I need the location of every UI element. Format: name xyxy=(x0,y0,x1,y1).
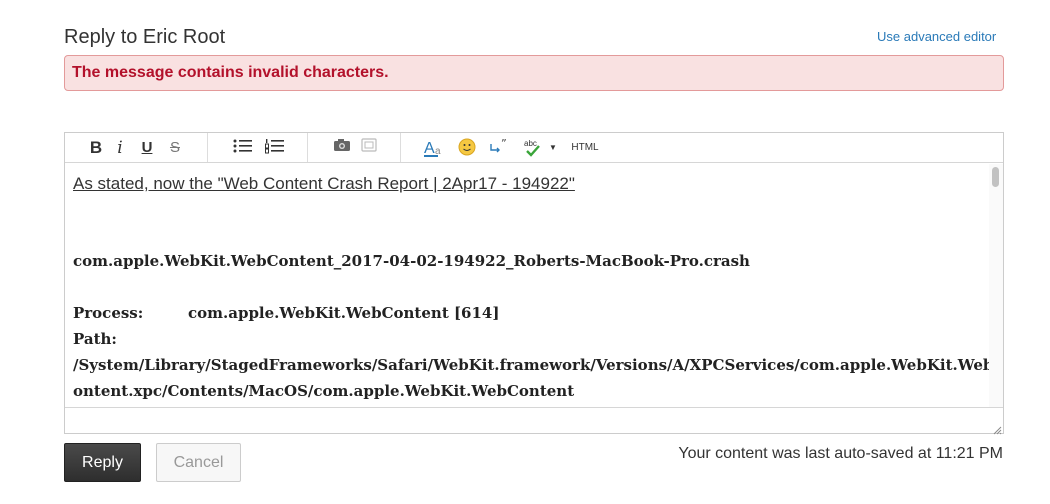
cancel-button[interactable]: Cancel xyxy=(156,443,241,482)
misc-group: A a ” abc ▼ HTML xyxy=(401,133,621,162)
scrollbar-thumb[interactable] xyxy=(992,167,999,187)
svg-text:”: ” xyxy=(501,138,507,150)
crash-filename: com.apple.WebKit.WebContent_2017-04-02-1… xyxy=(73,252,750,270)
text-style-group: B i U S xyxy=(65,133,208,162)
text-format-icon[interactable]: A a xyxy=(423,138,449,158)
error-alert: The message contains invalid characters. xyxy=(64,55,1004,91)
spellcheck-icon[interactable]: abc xyxy=(523,138,549,158)
editor-scrollbar[interactable] xyxy=(989,164,1003,407)
reply-button[interactable]: Reply xyxy=(64,443,141,482)
autosave-status: Your content was last auto-saved at 11:2… xyxy=(678,445,1003,462)
editor-status-bar xyxy=(65,407,1003,435)
use-advanced-editor-link[interactable]: Use advanced editor xyxy=(877,29,996,44)
underline-icon[interactable]: U xyxy=(139,138,155,158)
insert-image-icon[interactable] xyxy=(332,138,352,158)
list-group xyxy=(208,133,308,162)
path-line-2: ontent.xpc/Contents/MacOS/com.apple.WebK… xyxy=(73,382,575,400)
bold-icon[interactable]: B xyxy=(87,138,105,158)
process-label: Process: xyxy=(73,304,144,322)
svg-text:A: A xyxy=(424,140,435,157)
svg-text:abc: abc xyxy=(524,139,537,148)
rich-text-editor: B i U S A a ” abc ▼ HTML As stated, now … xyxy=(64,132,1004,435)
editor-toolbar: B i U S A a ” abc ▼ HTML xyxy=(65,133,1003,163)
resize-handle-icon[interactable] xyxy=(992,422,1002,435)
insert-video-icon[interactable] xyxy=(359,138,379,158)
html-icon[interactable]: HTML xyxy=(569,138,601,158)
page-title: Reply to Eric Root xyxy=(64,26,226,48)
error-message: The message contains invalid characters. xyxy=(72,64,389,81)
italic-icon[interactable]: i xyxy=(113,138,127,158)
emoji-icon[interactable] xyxy=(457,138,477,158)
path-line-1: /System/Library/StagedFrameworks/Safari/… xyxy=(73,356,989,374)
strikethrough-icon[interactable]: S xyxy=(167,138,183,158)
process-value: com.apple.WebKit.WebContent [614] xyxy=(188,304,500,322)
quote-icon[interactable]: ” xyxy=(489,137,511,158)
path-label: Path: xyxy=(73,330,117,348)
bulleted-list-icon[interactable] xyxy=(232,138,254,158)
media-group xyxy=(308,133,401,162)
intro-text: As stated, now the "Web Content Crash Re… xyxy=(73,174,575,193)
numbered-list-icon[interactable] xyxy=(264,138,286,158)
dropdown-arrow-icon[interactable]: ▼ xyxy=(549,138,557,158)
editor-content[interactable]: As stated, now the "Web Content Crash Re… xyxy=(65,164,989,407)
